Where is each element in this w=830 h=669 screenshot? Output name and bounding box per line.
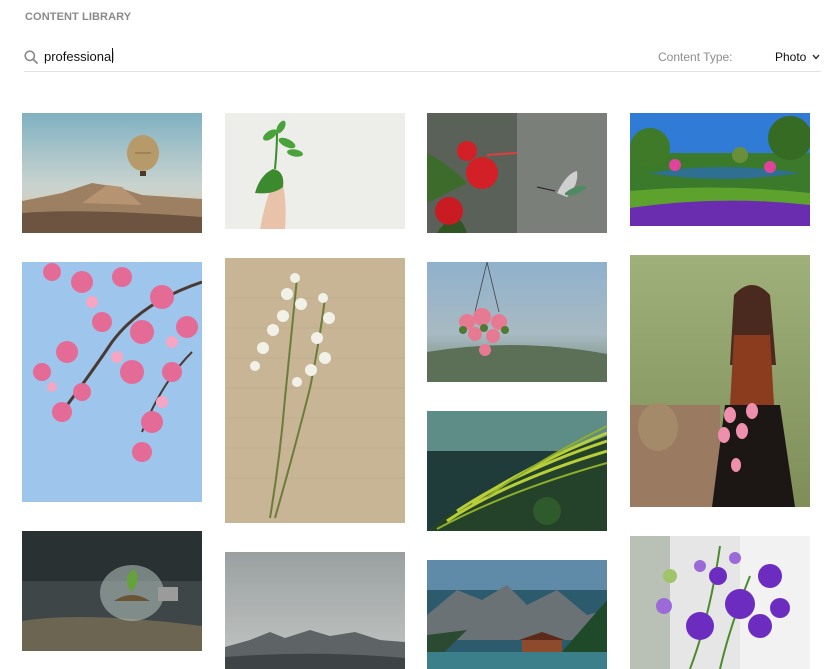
search-divider [24, 71, 821, 72]
content-type-label: Content Type: [658, 50, 733, 64]
content-type-dropdown[interactable]: Photo [775, 49, 823, 67]
photo-tile-cherry-blossoms[interactable] [22, 262, 202, 502]
photo-tile-lily-of-the-valley[interactable] [225, 258, 405, 523]
photo-tile-garden-lake[interactable] [630, 113, 810, 226]
content-type-value: Photo [775, 50, 807, 64]
photo-tile-rice-terraces[interactable] [427, 411, 607, 531]
search-icon [24, 50, 38, 64]
photo-tile-misty-mountains[interactable] [225, 552, 405, 669]
photo-tile-woman-tulips[interactable] [630, 255, 810, 507]
photo-tile-hanging-basket[interactable] [427, 262, 607, 382]
photo-tile-purple-flowers[interactable] [630, 536, 810, 669]
text-caret [112, 48, 113, 63]
content-library-page: CONTENT LIBRARY Content Type: Photo [0, 0, 830, 669]
chevron-down-icon [812, 54, 820, 60]
photo-tile-hand-sprout[interactable] [225, 113, 405, 229]
photo-tile-light-bulb-seedling[interactable] [22, 531, 202, 651]
search-input[interactable] [44, 46, 404, 66]
photo-tile-hibiscus-hummingbird[interactable] [427, 113, 607, 233]
page-title: CONTENT LIBRARY [25, 11, 132, 23]
photo-tile-hot-air-balloon[interactable] [22, 113, 202, 233]
photo-tile-lake-boathouse[interactable] [427, 560, 607, 669]
